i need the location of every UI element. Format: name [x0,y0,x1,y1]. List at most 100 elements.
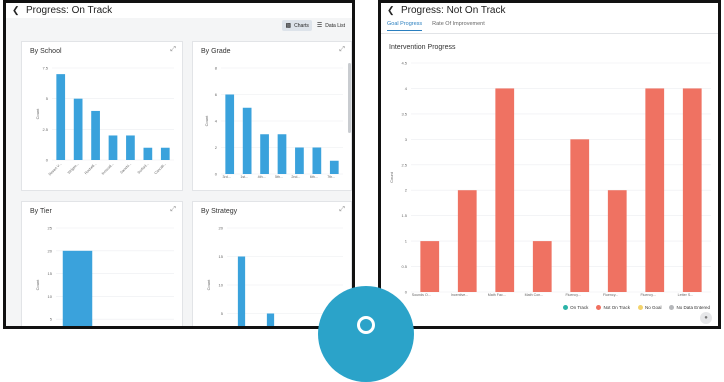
y-tick-label: 2 [215,145,218,150]
y-tick-label: 2 [405,188,408,193]
bar [126,135,135,160]
data-list-toggle-label: Data List [325,22,345,29]
scrollbar[interactable] [348,63,351,133]
bar [682,88,702,292]
y-tick-label: 5 [46,96,49,101]
x-tick-label: Sanchi... [119,162,132,175]
data-list-toggle-button[interactable]: ☰ Data List [314,20,348,31]
intervention-progress-chart: 0 0.5 1 1.5 2 2.5 3 3.5 4 4.5 Count Sounds O... Ince… [389,61,711,297]
bar [237,256,246,326]
legend-item-not-on-track[interactable]: Not On Track [596,305,630,310]
y-tick-label: 3 [405,137,408,142]
bar [108,135,118,160]
y-tick-label: 4 [405,86,408,91]
on-track-header: ❮ Progress: On Track [6,3,352,18]
legend-item-no-goal[interactable]: No Goal [637,305,661,310]
x-tick-label: Letter S... [678,293,694,297]
y-tick-label: 10 [219,283,224,288]
x-tick-label: Wrigtm... [67,162,80,175]
bar [570,139,590,292]
help-icon: ● [704,315,708,321]
x-tick-label: 1st... [240,175,248,179]
expand-icon[interactable]: ⤢ [339,206,345,214]
legend-dot [596,305,602,310]
x-tick-label: Rochell... [84,162,97,175]
back-arrow-icon[interactable]: ❮ [387,5,401,16]
x-tick-label: Desert V... [48,162,63,177]
legend-label: No Data Entered [676,305,710,310]
bar [62,250,93,326]
tab-rate-of-improvement[interactable]: Rate Of Improvement [432,21,485,31]
y-tick-label: 15 [48,271,53,276]
by-grade-card: 0 2 4 6 8 Count 3rd... 1st... 4th... 5th... 2nd...… [192,41,352,191]
bar [420,241,440,292]
legend-dot [563,305,569,310]
y-tick-label: 5 [221,311,224,316]
not-on-track-panel: ❮ Progress: Not On Track Goal Progress R… [378,0,721,329]
x-tick-label: Surfsid... [137,162,150,175]
legend-dot [669,305,675,310]
y-tick-label: 10 [48,294,53,299]
bar [73,98,83,160]
legend-item-on-track[interactable]: On Track [563,305,588,310]
x-tick-label: 4th... [258,175,266,179]
x-tick-label: Innovati... [101,162,115,176]
card-title: By Grade [201,48,231,55]
bar [312,147,322,174]
bar [329,160,339,174]
y-tick-label: 15 [219,254,224,259]
card-title: By Strategy [201,208,238,215]
y-tick-label: 0.5 [401,264,407,269]
on-track-panel: ❮ Progress: On Track ▩ Charts ☰ Data Lis… [3,0,355,329]
x-tick-label: 2nd... [291,175,300,179]
by-tier-card: 5 10 15 20 25 Count By Tier ⤢ [21,201,183,326]
y-axis-label: Count [389,171,394,183]
x-tick-label: Math Con... [525,293,544,297]
y-tick-label: 8 [215,66,218,71]
divider [381,33,718,34]
x-tick-label: Fluency... [640,293,655,297]
y-tick-label: 5 [50,317,53,322]
back-arrow-icon[interactable]: ❮ [12,5,26,16]
legend-label: On Track [570,305,589,310]
by-grade-chart: 0 2 4 6 8 Count 3rd... 1st... 4th... 5th... 2nd...… [204,66,343,179]
tab-goal-progress[interactable]: Goal Progress [387,21,423,31]
y-tick-label: 3.5 [401,111,407,116]
legend-dot [637,305,643,310]
bar [160,147,170,160]
y-tick-label: 0 [46,158,49,163]
bar [645,88,665,292]
floating-action-button[interactable]: ● [700,312,712,324]
x-tick-label: 3rd... [223,175,231,179]
bar-chart-icon: ▩ [285,23,292,29]
expand-icon[interactable]: ⤢ [170,46,176,54]
x-tick-label: Sounds O... [412,293,431,297]
y-tick-label: 6 [215,92,218,97]
legend-item-no-data-entered[interactable]: No Data Entered [669,305,710,310]
section-title: Intervention Progress [389,44,456,51]
expand-icon[interactable]: ⤢ [339,46,345,54]
overlay-ring-icon [357,316,375,334]
y-tick-label: 1 [405,239,408,244]
expand-icon[interactable]: ⤢ [170,206,176,214]
x-tick-label: Fluency... [603,293,618,297]
by-school-chart: 0 2.5 5 7.5 Count Desert V... Wrigtm... Rochell… [35,66,174,177]
x-tick-label: 6th... [310,175,318,179]
y-axis-label: Count [35,108,40,120]
y-axis-label: Count [35,279,40,291]
y-tick-label: 20 [219,226,224,231]
y-tick-label: 0 [405,290,408,295]
by-tier-chart: 5 10 15 20 25 Count [35,226,174,326]
bar [495,88,515,292]
charts-toggle-button[interactable]: ▩ Charts [282,20,312,31]
y-tick-label: 0 [215,172,218,177]
card-title: By School [30,48,62,55]
charts-toggle-label: Charts [294,22,309,29]
y-tick-label: 2.5 [401,162,407,167]
not-on-track-header: ❮ Progress: Not On Track [381,3,718,18]
view-toggle: ▩ Charts ☰ Data List [282,20,348,31]
chart-legend: On Track Not On Track No Goal No Data En… [563,305,710,310]
y-tick-label: 20 [48,248,53,253]
x-tick-label: 5th... [275,175,283,179]
y-tick-label: 1.5 [401,213,407,218]
